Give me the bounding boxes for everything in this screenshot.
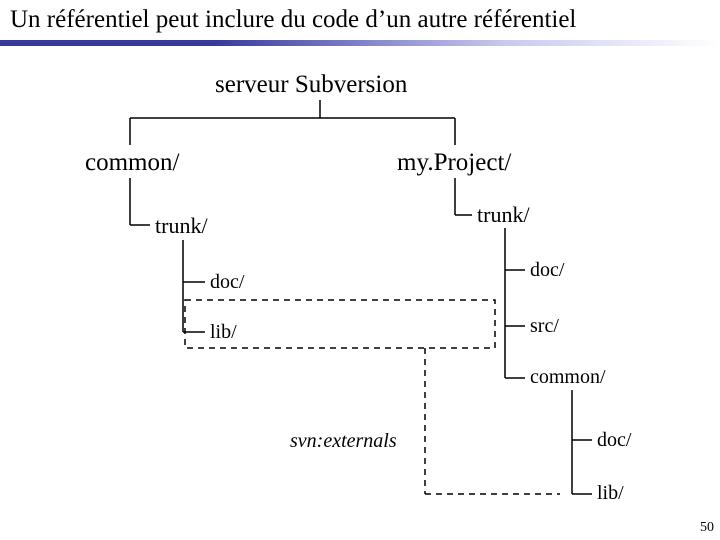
right-common-doc-label: doc/ (597, 430, 631, 450)
left-doc-label: doc/ (210, 272, 244, 292)
right-common-label: common/ (530, 367, 606, 387)
right-doc-label: doc/ (530, 260, 564, 280)
slide-number: 50 (700, 520, 714, 536)
title-underline (0, 40, 720, 46)
right-common-lib-label: lib/ (597, 483, 624, 503)
page-title: Un référentiel peut inclure du code d’un… (10, 6, 576, 34)
right-repo-label: my.Project/ (397, 150, 511, 175)
externals-label: svn:externals (290, 430, 397, 453)
root-label: serveur Subversion (215, 72, 407, 97)
right-src-label: src/ (530, 316, 559, 336)
left-lib-label: lib/ (210, 322, 237, 342)
left-repo-label: common/ (85, 150, 179, 175)
left-trunk-label: trunk/ (155, 215, 208, 237)
right-trunk-label: trunk/ (477, 204, 530, 226)
